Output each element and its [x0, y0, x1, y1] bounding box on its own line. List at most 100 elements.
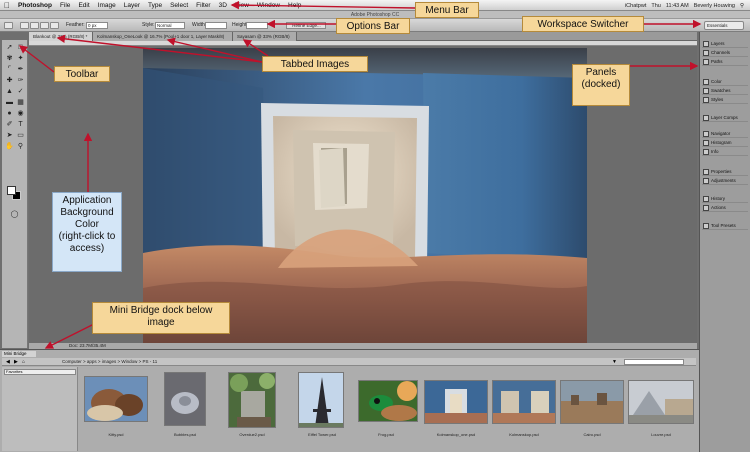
workspace-switcher[interactable]: Essentials — [704, 21, 744, 30]
mini-bridge-path[interactable]: Computer > apps > images > Window > PS -… — [2, 358, 696, 366]
menu-select[interactable]: Select — [166, 2, 192, 9]
dodge-tool-icon[interactable]: ◉ — [16, 109, 25, 118]
status-time[interactable]: 11:43 AM — [666, 3, 689, 9]
tab-document-3[interactable]: Sayasam @ 33% (RGB/8) — [233, 32, 297, 41]
tab-document-1[interactable]: Blankout @ 33% (RGB/8) * — [29, 32, 93, 41]
eraser-tool-icon[interactable]: ▬ — [5, 98, 14, 107]
menu-file[interactable]: File — [56, 2, 74, 9]
panel-swatches[interactable]: Swatches — [702, 87, 748, 95]
panel-channels[interactable]: Channels — [702, 49, 748, 57]
thumbnail-kolmanskop[interactable] — [492, 380, 556, 424]
foreground-color-swatch[interactable] — [7, 186, 16, 195]
thumbnail-bubbles-image — [165, 373, 205, 425]
mini-bridge-tab[interactable]: Mini Bridge — [2, 351, 36, 357]
healing-brush-icon[interactable]: ✚ — [5, 76, 14, 85]
callout-mini-bridge: Mini Bridge dock below image — [92, 302, 230, 334]
status-app-name[interactable]: iChatpwt — [625, 3, 646, 9]
height-input[interactable] — [246, 22, 268, 29]
brush-tool-icon[interactable]: ✑ — [16, 76, 25, 85]
shape-tool-icon[interactable]: ▭ — [16, 131, 25, 140]
path-selection-icon[interactable]: ➤ — [5, 131, 14, 140]
callout-options-bar: Options Bar — [336, 18, 410, 34]
width-input[interactable] — [205, 22, 227, 29]
callout-mini-bridge-line1: Mini Bridge dock below — [109, 305, 213, 316]
menu-type[interactable]: Type — [144, 2, 166, 9]
panel-navigator[interactable]: Navigator — [702, 130, 748, 138]
panel-layer-comps[interactable]: Layer Comps — [702, 114, 748, 122]
menu-help[interactable]: Help — [284, 2, 305, 9]
magic-wand-icon[interactable]: ✦ — [16, 54, 25, 63]
thumbnail-kolmanskop-image — [493, 381, 555, 423]
mini-bridge-panel: Mini Bridge Computer > apps > images > W… — [0, 349, 699, 452]
back-arrow-icon[interactable]: ◀ — [6, 359, 10, 365]
crop-tool-icon[interactable]: ⌜ — [5, 65, 14, 74]
panel-histogram[interactable]: Histogram — [702, 139, 748, 147]
apple-icon[interactable]:  — [0, 1, 14, 10]
history-brush-icon[interactable]: ✓ — [16, 87, 25, 96]
new-selection-button[interactable] — [20, 22, 29, 29]
blur-tool-icon[interactable]: ● — [5, 109, 14, 118]
feather-input[interactable]: 0 px — [86, 22, 108, 29]
thumbnail-overdue[interactable] — [228, 372, 276, 428]
subtract-selection-button[interactable] — [40, 22, 49, 29]
thumbnail-louvre[interactable] — [628, 380, 694, 424]
type-tool-icon[interactable]: T — [16, 120, 25, 129]
panel-properties[interactable]: Properties — [702, 168, 748, 176]
lasso-tool-icon[interactable]: ✾ — [5, 54, 14, 63]
panel-history[interactable]: History — [702, 195, 748, 203]
move-tool-icon[interactable]: ➚ — [5, 43, 14, 52]
intersect-selection-button[interactable] — [50, 22, 59, 29]
panel-layers[interactable]: Layers — [702, 40, 748, 48]
clone-stamp-icon[interactable]: ▲ — [5, 87, 14, 96]
thumbnail-kolmanskop-one[interactable] — [424, 380, 488, 424]
menu-window[interactable]: Window — [253, 2, 284, 9]
toolbar: ➚ □ ✾ ✦ ⌜ ✒ ✚ ✑ ▲ ✓ ▬ ▦ ● ◉ ✐ T ➤ ▭ ✋ ⚲ … — [2, 40, 28, 348]
thumbnail-kitty[interactable] — [84, 376, 148, 422]
tab-document-2[interactable]: Kolmanskop_OneLook @ 16.7% (Pool+1 door … — [93, 32, 233, 41]
panel-styles[interactable]: Styles — [702, 96, 748, 104]
filter-icon[interactable]: ▼ — [612, 359, 617, 365]
mini-bridge-search-input[interactable] — [624, 359, 684, 365]
forward-arrow-icon[interactable]: ▶ — [14, 359, 18, 365]
document-image — [143, 48, 587, 343]
thumbnail-cairo[interactable] — [560, 380, 624, 424]
menu-image[interactable]: Image — [94, 2, 120, 9]
quick-mask-icon[interactable]: ◯ — [10, 210, 19, 219]
panel-color[interactable]: Color — [702, 78, 748, 86]
menu-3d[interactable]: 3D — [215, 2, 231, 9]
menu-edit[interactable]: Edit — [74, 2, 93, 9]
menu-filter[interactable]: Filter — [192, 2, 214, 9]
eyedropper-icon[interactable]: ✒ — [16, 65, 25, 74]
style-select[interactable]: Normal — [155, 22, 185, 29]
menu-view[interactable]: View — [231, 2, 253, 9]
callout-app-bg-line4: (right-click to — [58, 231, 116, 242]
thumbnail-frog[interactable] — [358, 380, 418, 422]
callout-panels-line2: (docked) — [581, 79, 621, 90]
status-user[interactable]: Beverly Houwing — [694, 3, 735, 9]
thumbnail-eiffel[interactable] — [298, 372, 344, 428]
panel-adjustments[interactable]: Adjustments — [702, 177, 748, 185]
panel-actions[interactable]: Actions — [702, 204, 748, 212]
tool-preset-button[interactable] — [4, 22, 13, 29]
panel-info[interactable]: Info — [702, 148, 748, 156]
zoom-tool-icon[interactable]: ⚲ — [16, 142, 25, 151]
home-icon[interactable]: ⌂ — [22, 359, 25, 365]
hand-tool-icon[interactable]: ✋ — [5, 142, 14, 151]
search-icon[interactable]: ⚲ — [740, 3, 744, 9]
refine-edge-button[interactable]: Refine Edge... — [286, 22, 326, 29]
mini-bridge-folder-select[interactable]: Favorites — [4, 369, 76, 375]
menu-app-name[interactable]: Photoshop — [14, 2, 56, 9]
panel-paths[interactable]: Paths — [702, 58, 748, 66]
thumbnail-bubbles[interactable] — [164, 372, 206, 426]
document-canvas[interactable] — [143, 48, 587, 343]
gradient-tool-icon[interactable]: ▦ — [16, 98, 25, 107]
pen-tool-icon[interactable]: ✐ — [5, 120, 14, 129]
properties-icon — [703, 169, 709, 175]
navigator-icon — [703, 131, 709, 137]
panel-tool-presets[interactable]: Tool Presets — [702, 222, 748, 230]
layers-icon — [703, 41, 709, 47]
menu-layer[interactable]: Layer — [120, 2, 144, 9]
add-selection-button[interactable] — [30, 22, 39, 29]
marquee-tool-icon[interactable]: □ — [16, 43, 25, 52]
callout-tabbed-images: Tabbed Images — [262, 56, 368, 72]
